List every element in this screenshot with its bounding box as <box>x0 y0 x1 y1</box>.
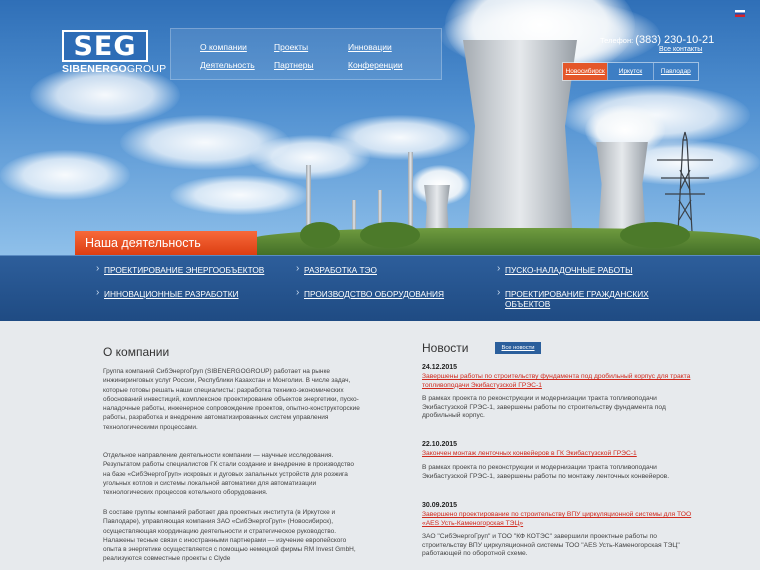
city-tab-irkutsk[interactable]: Иркутск <box>607 63 653 80</box>
tree <box>360 222 420 248</box>
logo-subtitle: SIBENERGOGROUP <box>62 63 167 75</box>
news-date: 22.10.2015 <box>422 441 458 448</box>
main-content: О компании Группа компаний СибЭнергоГруп… <box>0 321 760 570</box>
about-paragraph: Отдельное направление деятельности компа… <box>103 452 355 497</box>
language-flag-icon[interactable] <box>735 10 745 17</box>
all-contacts-link[interactable]: Все контакты <box>659 46 702 53</box>
logo[interactable]: SEG <box>62 30 148 62</box>
phone-number: (383) 230-10-21 <box>635 34 715 46</box>
news-text: ЗАО "СибЭнергоГруп" и ТОО "КФ КОТЭС" зав… <box>422 533 680 558</box>
city-switcher: Новосибирск Иркутск Павлодар <box>562 62 699 81</box>
activity-item-feasibility[interactable]: РАЗРАБОТКА ТЭО <box>296 264 377 275</box>
nav-conferences[interactable]: Конференции <box>348 60 403 70</box>
hero-banner: SEG SIBENERGOGROUP О компании Проекты Ин… <box>0 0 760 255</box>
chimney-stack <box>408 152 413 232</box>
news-heading: Новости <box>422 341 469 355</box>
news-headline-link[interactable]: Завершены работы по строительству фундам… <box>422 373 692 390</box>
activity-title: Наша деятельность <box>75 231 257 255</box>
all-news-button[interactable]: Все новости <box>495 342 541 354</box>
activity-item-commissioning[interactable]: ПУСКО-НАЛАДОЧНЫЕ РАБОТЫ <box>497 264 633 275</box>
cloud <box>170 175 310 215</box>
city-tab-novosibirsk[interactable]: Новосибирск <box>563 63 608 80</box>
news-text: В рамках проекта по реконструкции и моде… <box>422 395 666 420</box>
about-paragraph: В составе группы компаний работает два п… <box>103 509 356 563</box>
news-text: В рамках проекта по реконструкции и моде… <box>422 464 670 480</box>
cloud <box>0 150 130 200</box>
logo-text: SEG <box>73 30 137 62</box>
main-nav: О компании Проекты Инновации Деятельност… <box>170 28 442 80</box>
news-date: 30.09.2015 <box>422 502 458 509</box>
nav-partners[interactable]: Партнеры <box>274 60 314 70</box>
tree <box>620 222 690 248</box>
activity-band: ПРОЕКТИРОВАНИЕ ЭНЕРГООБЪЕКТОВ РАЗРАБОТКА… <box>0 255 760 321</box>
nav-activity[interactable]: Деятельность <box>200 60 255 70</box>
nav-innovations[interactable]: Инновации <box>348 42 392 52</box>
news-date: 24.12.2015 <box>422 364 458 371</box>
activity-item-civil-design[interactable]: ПРОЕКТИРОВАНИЕ ГРАЖДАНСКИХ ОБЪЕКТОВ <box>497 288 655 309</box>
nav-projects[interactable]: Проекты <box>274 42 308 52</box>
activity-item-energy-design[interactable]: ПРОЕКТИРОВАНИЕ ЭНЕРГООБЪЕКТОВ <box>96 264 264 275</box>
phone-info: Телефон: (383) 230-10-21 <box>600 34 715 46</box>
activity-item-equipment[interactable]: ПРОИЗВОДСТВО ОБОРУДОВАНИЯ <box>296 288 444 299</box>
about-heading: О компании <box>103 345 170 359</box>
about-paragraph: Группа компаний СибЭнергоГруп (SIBENERGO… <box>103 368 360 431</box>
activity-item-innovations[interactable]: ИННОВАЦИОННЫЕ РАЗРАБОТКИ <box>96 288 239 299</box>
city-tab-pavlodar[interactable]: Павлодар <box>652 63 698 80</box>
tree <box>300 222 340 248</box>
news-headline-link[interactable]: Закончен монтаж ленточных конвейеров в Г… <box>422 450 692 459</box>
news-headline-link[interactable]: Завершено проектирование по строительств… <box>422 511 692 528</box>
nav-about[interactable]: О компании <box>200 42 247 52</box>
